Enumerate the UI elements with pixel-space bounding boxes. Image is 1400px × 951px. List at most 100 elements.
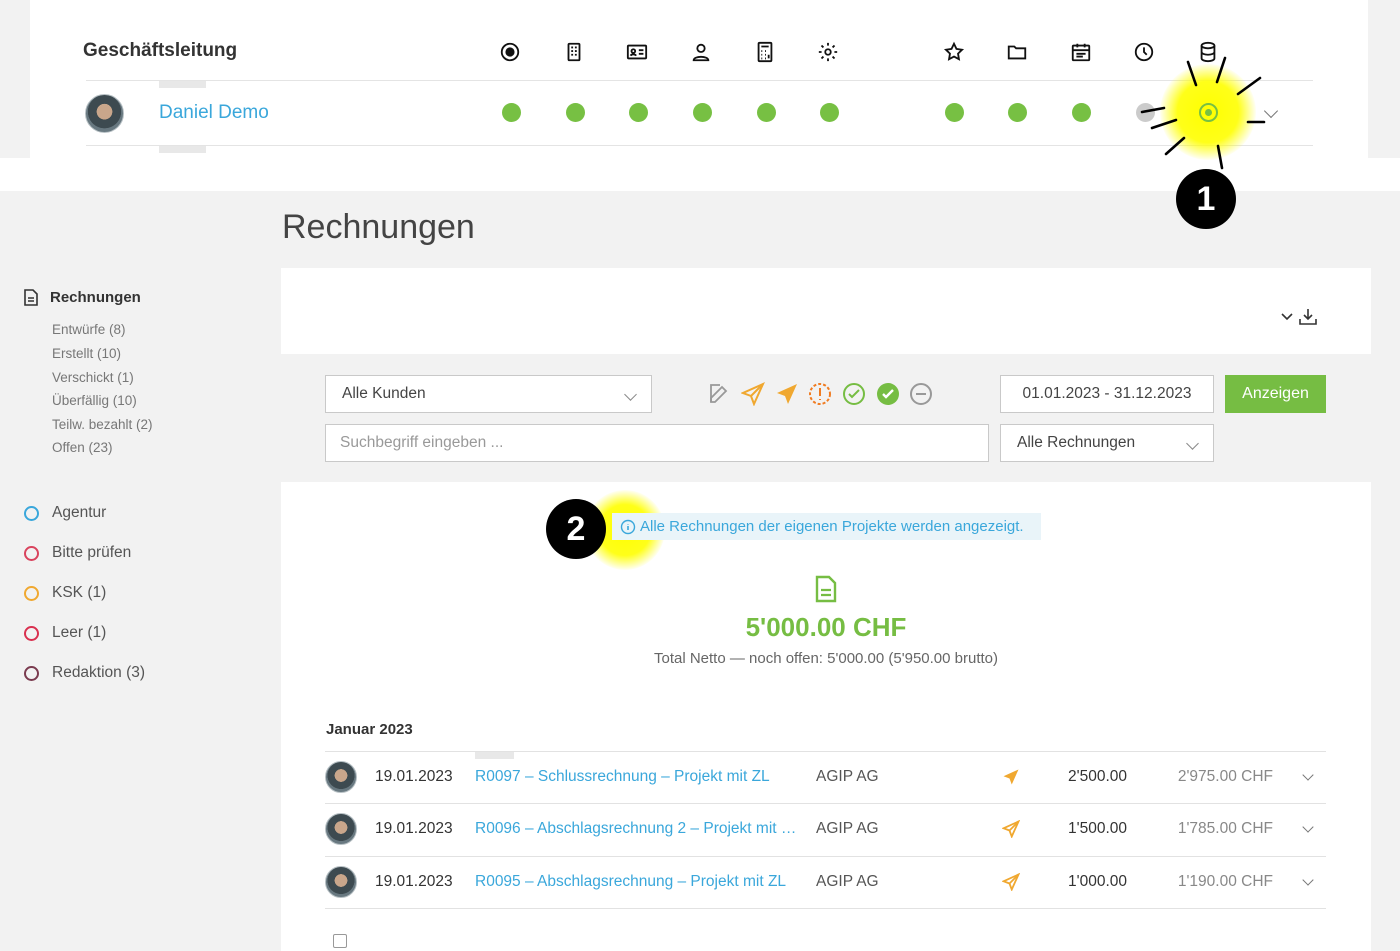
invoice-title-link[interactable]: R0095 – Abschlagsrechnung – Projekt mit … <box>475 873 800 891</box>
customer-select-value: Alle Kunden <box>342 385 426 402</box>
row-divider <box>86 145 1313 146</box>
permission-dot-dashboard[interactable] <box>502 103 521 122</box>
sidebar-tag-ksk[interactable]: KSK (1) <box>24 584 106 602</box>
tag-circle-icon <box>24 505 39 521</box>
avatar <box>325 866 357 898</box>
export-button[interactable] <box>1281 308 1317 326</box>
info-icon <box>620 519 636 534</box>
permission-dot-calculator[interactable] <box>757 103 776 122</box>
minus-circle-icon[interactable] <box>909 382 933 406</box>
chevron-down-icon <box>1186 437 1199 450</box>
sidebar-tag-agentur[interactable]: Agentur <box>24 504 106 522</box>
invoice-title-link[interactable]: R0097 – Schlussrechnung – Projekt mit ZL <box>475 768 800 786</box>
document-icon <box>24 289 38 306</box>
invoice-document-icon <box>815 575 837 603</box>
folder-icon <box>1005 40 1029 64</box>
tag-label: Bitte prüfen <box>52 544 132 561</box>
person-icon <box>689 40 713 64</box>
show-button[interactable]: Anzeigen <box>1225 375 1326 413</box>
filter-area <box>281 354 1371 482</box>
chevron-down-icon <box>1281 313 1293 321</box>
tag-circle-icon <box>24 665 39 681</box>
divider-tick <box>475 752 514 759</box>
user-name-link[interactable]: Daniel Demo <box>159 102 269 124</box>
download-icon <box>1299 309 1317 325</box>
invoice-client: AGIP AG <box>816 873 879 890</box>
toolbar-area <box>281 268 1371 354</box>
permission-dot-contacts[interactable] <box>629 103 648 122</box>
invoice-title-link[interactable]: R0096 – Abschlagsrechnung 2 – Projekt mi… <box>475 820 797 838</box>
permission-dot-settings[interactable] <box>820 103 839 122</box>
select-all-checkbox[interactable] <box>333 934 347 948</box>
paper-plane-filled-icon <box>1003 769 1019 785</box>
total-subtitle: Total Netto — noch offen: 5'000.00 (5'95… <box>653 650 998 667</box>
edit-icon[interactable] <box>707 382 731 406</box>
group-title: Geschäftsleitung <box>83 40 238 61</box>
invoice-date: 19.01.2023 <box>375 768 453 785</box>
contact-card-icon <box>625 40 649 64</box>
permission-radio-own[interactable] <box>1199 103 1218 122</box>
row-divider <box>325 856 1326 857</box>
total-amount: 5'000.00 CHF <box>745 612 907 642</box>
invoice-type-select[interactable]: Alle Rechnungen <box>1000 424 1214 462</box>
paper-plane-outline-icon <box>1002 873 1020 891</box>
gear-icon <box>816 40 840 64</box>
calculator-icon <box>753 40 777 64</box>
check-outline-icon[interactable] <box>842 382 866 406</box>
info-notice: Alle Rechnungen der eigenen Projekte wer… <box>612 513 1041 540</box>
month-heading: Januar 2023 <box>326 721 413 738</box>
invoice-netto: 2'500.00 <box>1068 768 1127 785</box>
overdue-icon[interactable] <box>808 382 832 406</box>
invoice-netto: 1'000.00 <box>1068 873 1127 890</box>
building-icon <box>562 40 586 64</box>
sidebar-section-invoices[interactable]: Rechnungen <box>24 289 141 306</box>
sidebar-filter-sent[interactable]: Verschickt (1) <box>52 370 134 385</box>
tag-label: Leer (1) <box>52 624 107 641</box>
permission-dot-building[interactable] <box>566 103 585 122</box>
info-text: Alle Rechnungen der eigenen Projekte wer… <box>640 518 1024 535</box>
marker-1: 1 <box>1176 169 1236 229</box>
sidebar-filter-overdue[interactable]: Überfällig (10) <box>52 393 137 408</box>
divider-tick <box>159 81 206 88</box>
invoice-client: AGIP AG <box>816 820 879 837</box>
paper-plane-filled-icon[interactable] <box>775 382 799 406</box>
sidebar-tag-redaktion[interactable]: Redaktion (3) <box>24 664 145 682</box>
invoice-brutto: 2'975.00 CHF <box>1177 768 1273 785</box>
paper-plane-outline-icon <box>1002 820 1020 838</box>
invoice-date: 19.01.2023 <box>375 820 453 837</box>
tag-label: KSK (1) <box>52 584 107 601</box>
search-input[interactable] <box>325 424 989 462</box>
invoice-brutto: 1'190.00 CHF <box>1177 873 1273 890</box>
tag-label: Redaktion (3) <box>52 664 146 681</box>
row-divider <box>325 908 1326 909</box>
sidebar-tag-bitte-pruefen[interactable]: Bitte prüfen <box>24 544 131 562</box>
paper-plane-outline-icon[interactable] <box>740 382 765 407</box>
divider-tick <box>159 146 206 153</box>
avatar <box>325 813 357 845</box>
permission-dot-folder[interactable] <box>1008 103 1027 122</box>
date-range-input[interactable]: 01.01.2023 - 31.12.2023 <box>1000 375 1214 413</box>
invoice-netto: 1'500.00 <box>1068 820 1127 837</box>
tag-circle-icon <box>24 625 39 641</box>
permission-dot-person[interactable] <box>693 103 712 122</box>
permission-dot-star[interactable] <box>945 103 964 122</box>
avatar <box>325 761 357 793</box>
permission-dot-calendar[interactable] <box>1072 103 1091 122</box>
customer-select[interactable]: Alle Kunden <box>325 375 652 413</box>
sidebar-tag-leer[interactable]: Leer (1) <box>24 624 106 642</box>
check-filled-icon[interactable] <box>876 382 900 406</box>
tag-label: Agentur <box>52 504 107 521</box>
tag-circle-icon <box>24 585 39 601</box>
sidebar-filter-created[interactable]: Erstellt (10) <box>52 346 121 361</box>
avatar <box>85 94 124 133</box>
calendar-icon <box>1069 40 1093 64</box>
invoice-type-value: Alle Rechnungen <box>1017 434 1136 451</box>
sidebar-filter-drafts[interactable]: Entwürfe (8) <box>52 322 126 337</box>
marker-2: 2 <box>546 499 606 559</box>
sidebar-filter-open[interactable]: Offen (23) <box>52 440 113 455</box>
tag-circle-icon <box>24 545 39 561</box>
star-icon <box>942 40 966 64</box>
row-divider <box>325 803 1326 804</box>
page-title: Rechnungen <box>282 208 475 246</box>
sidebar-filter-partially-paid[interactable]: Teilw. bezahlt (2) <box>52 417 153 432</box>
